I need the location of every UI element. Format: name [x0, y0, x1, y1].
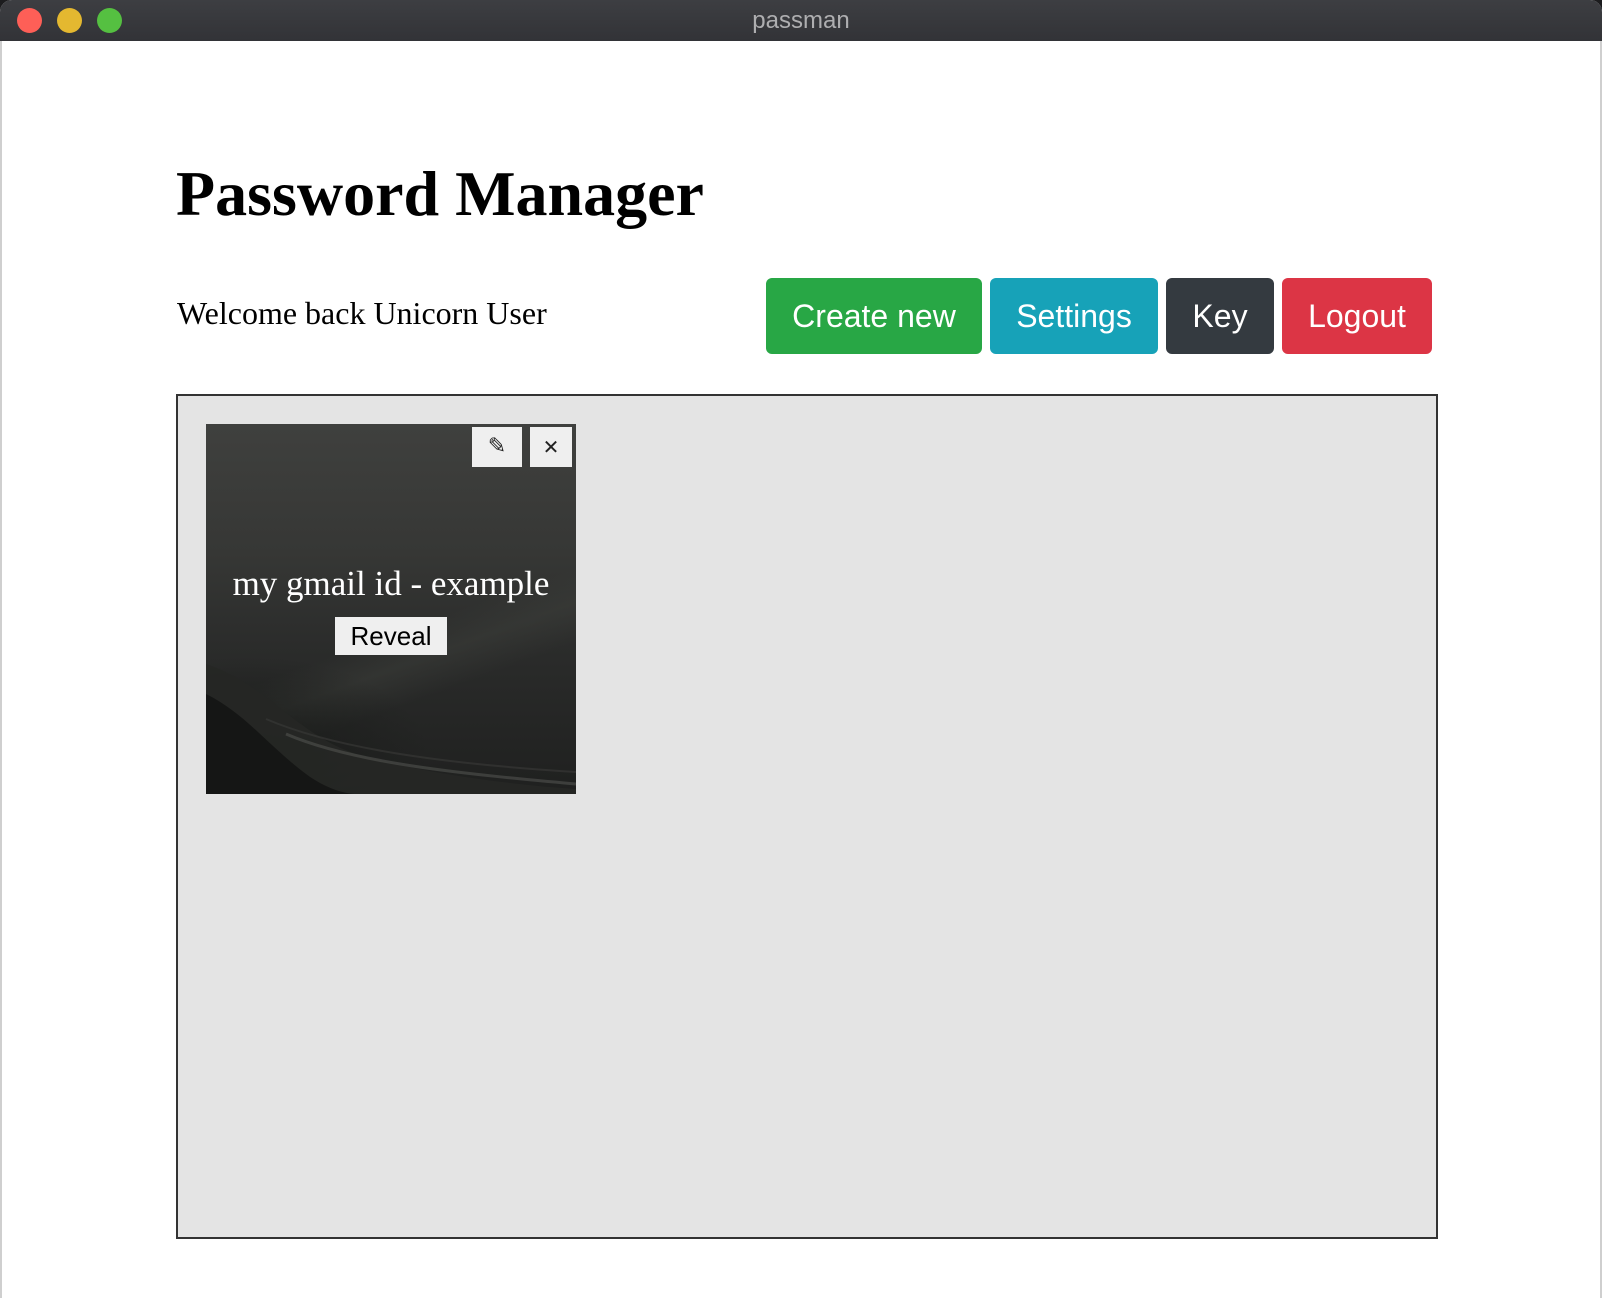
main-content: Password Manager Welcome back Unicorn Us…	[0, 41, 1602, 1298]
password-grid: ✎ ✕ my gmail id - example Reveal	[176, 394, 1438, 1239]
key-button[interactable]: Key	[1166, 278, 1274, 354]
password-card: ✎ ✕ my gmail id - example Reveal	[206, 424, 576, 794]
entry-name: my gmail id - example	[232, 564, 550, 603]
logout-button[interactable]: Logout	[1282, 278, 1432, 354]
welcome-message: Welcome back Unicorn User	[177, 295, 547, 331]
app-window: passman Password Manager Welcome back Un…	[0, 0, 1602, 1298]
reveal-button[interactable]: Reveal	[335, 617, 447, 655]
pencil-icon: ✎	[487, 434, 507, 459]
window-title: passman	[752, 7, 850, 34]
edit-entry-button[interactable]: ✎	[472, 427, 522, 467]
close-icon: ✕	[542, 435, 560, 459]
page-title: Password Manager	[176, 158, 704, 229]
title-bar: passman	[0, 0, 1602, 42]
settings-button[interactable]: Settings	[990, 278, 1158, 354]
create-new-button[interactable]: Create new	[766, 278, 982, 354]
delete-entry-button[interactable]: ✕	[530, 427, 572, 467]
